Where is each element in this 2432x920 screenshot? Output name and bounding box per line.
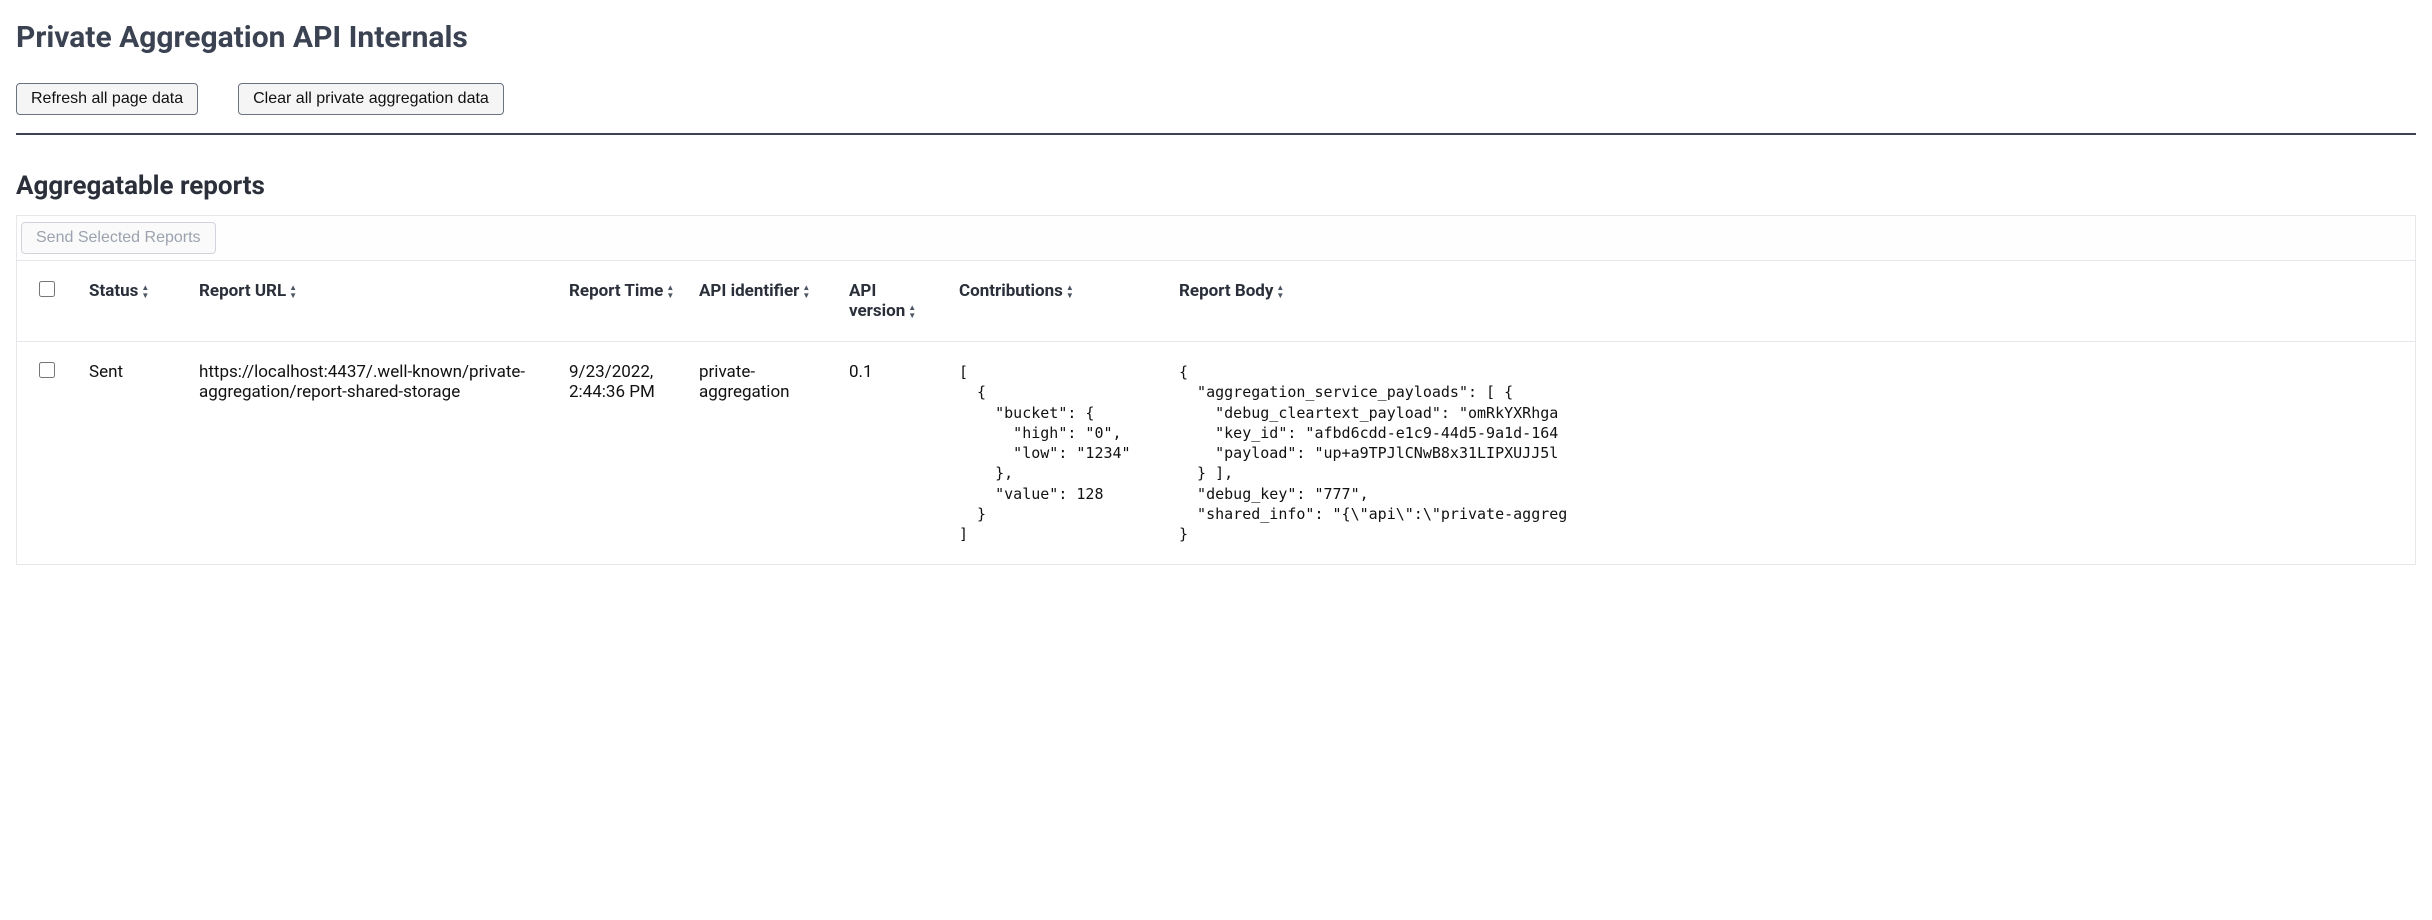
top-toolbar: Refresh all page data Clear all private … [16,83,2416,115]
column-header-status[interactable]: Status [77,261,187,342]
reports-toolbar: Send Selected Reports [16,215,2416,260]
column-label-report-url: Report URL [199,281,286,301]
select-all-header [17,261,77,342]
row-checkbox[interactable] [39,362,55,378]
sort-icon [1066,284,1073,300]
column-header-api-identifier[interactable]: API identifier [687,261,837,342]
column-header-contributions[interactable]: Contributions [947,261,1167,342]
column-header-api-version[interactable]: API version [837,261,947,342]
column-label-status: Status [89,281,138,301]
sort-icon [908,304,915,320]
column-label-api-identifier: API identifier [699,281,799,301]
sort-icon [666,284,673,300]
sort-icon [802,284,809,300]
cell-contributions: [ { "bucket": { "high": "0", "low": "123… [947,342,1167,565]
reports-table: Status Report URL Report Time API identi… [17,261,2415,564]
cell-status: Sent [77,342,187,565]
reports-table-wrapper: Status Report URL Report Time API identi… [16,260,2416,565]
sort-icon [289,284,296,300]
column-label-contributions: Contributions [959,281,1063,301]
sort-icon [141,284,148,300]
column-label-api-version: API version [849,281,905,321]
sort-icon [1276,284,1283,300]
page-title: Private Aggregation API Internals [16,20,2416,55]
table-header-row: Status Report URL Report Time API identi… [17,261,2415,342]
cell-report-time: 9/23/2022, 2:44:36 PM [557,342,687,565]
refresh-button[interactable]: Refresh all page data [16,83,198,115]
column-header-report-url[interactable]: Report URL [187,261,557,342]
cell-report-body: { "aggregation_service_payloads": [ { "d… [1167,342,2415,565]
aggregatable-reports-heading: Aggregatable reports [16,171,2416,201]
table-row: Sent https://localhost:4437/.well-known/… [17,342,2415,565]
column-header-report-time[interactable]: Report Time [557,261,687,342]
clear-data-button[interactable]: Clear all private aggregation data [238,83,504,115]
select-all-checkbox[interactable] [39,281,55,297]
cell-api-version: 0.1 [837,342,947,565]
row-select-cell [17,342,77,565]
section-divider [16,133,2416,135]
cell-api-identifier: private-aggregation [687,342,837,565]
column-label-report-time: Report Time [569,281,663,301]
send-selected-reports-button[interactable]: Send Selected Reports [21,222,216,254]
cell-report-url: https://localhost:4437/.well-known/priva… [187,342,557,565]
column-header-report-body[interactable]: Report Body [1167,261,2415,342]
column-label-report-body: Report Body [1179,281,1273,301]
